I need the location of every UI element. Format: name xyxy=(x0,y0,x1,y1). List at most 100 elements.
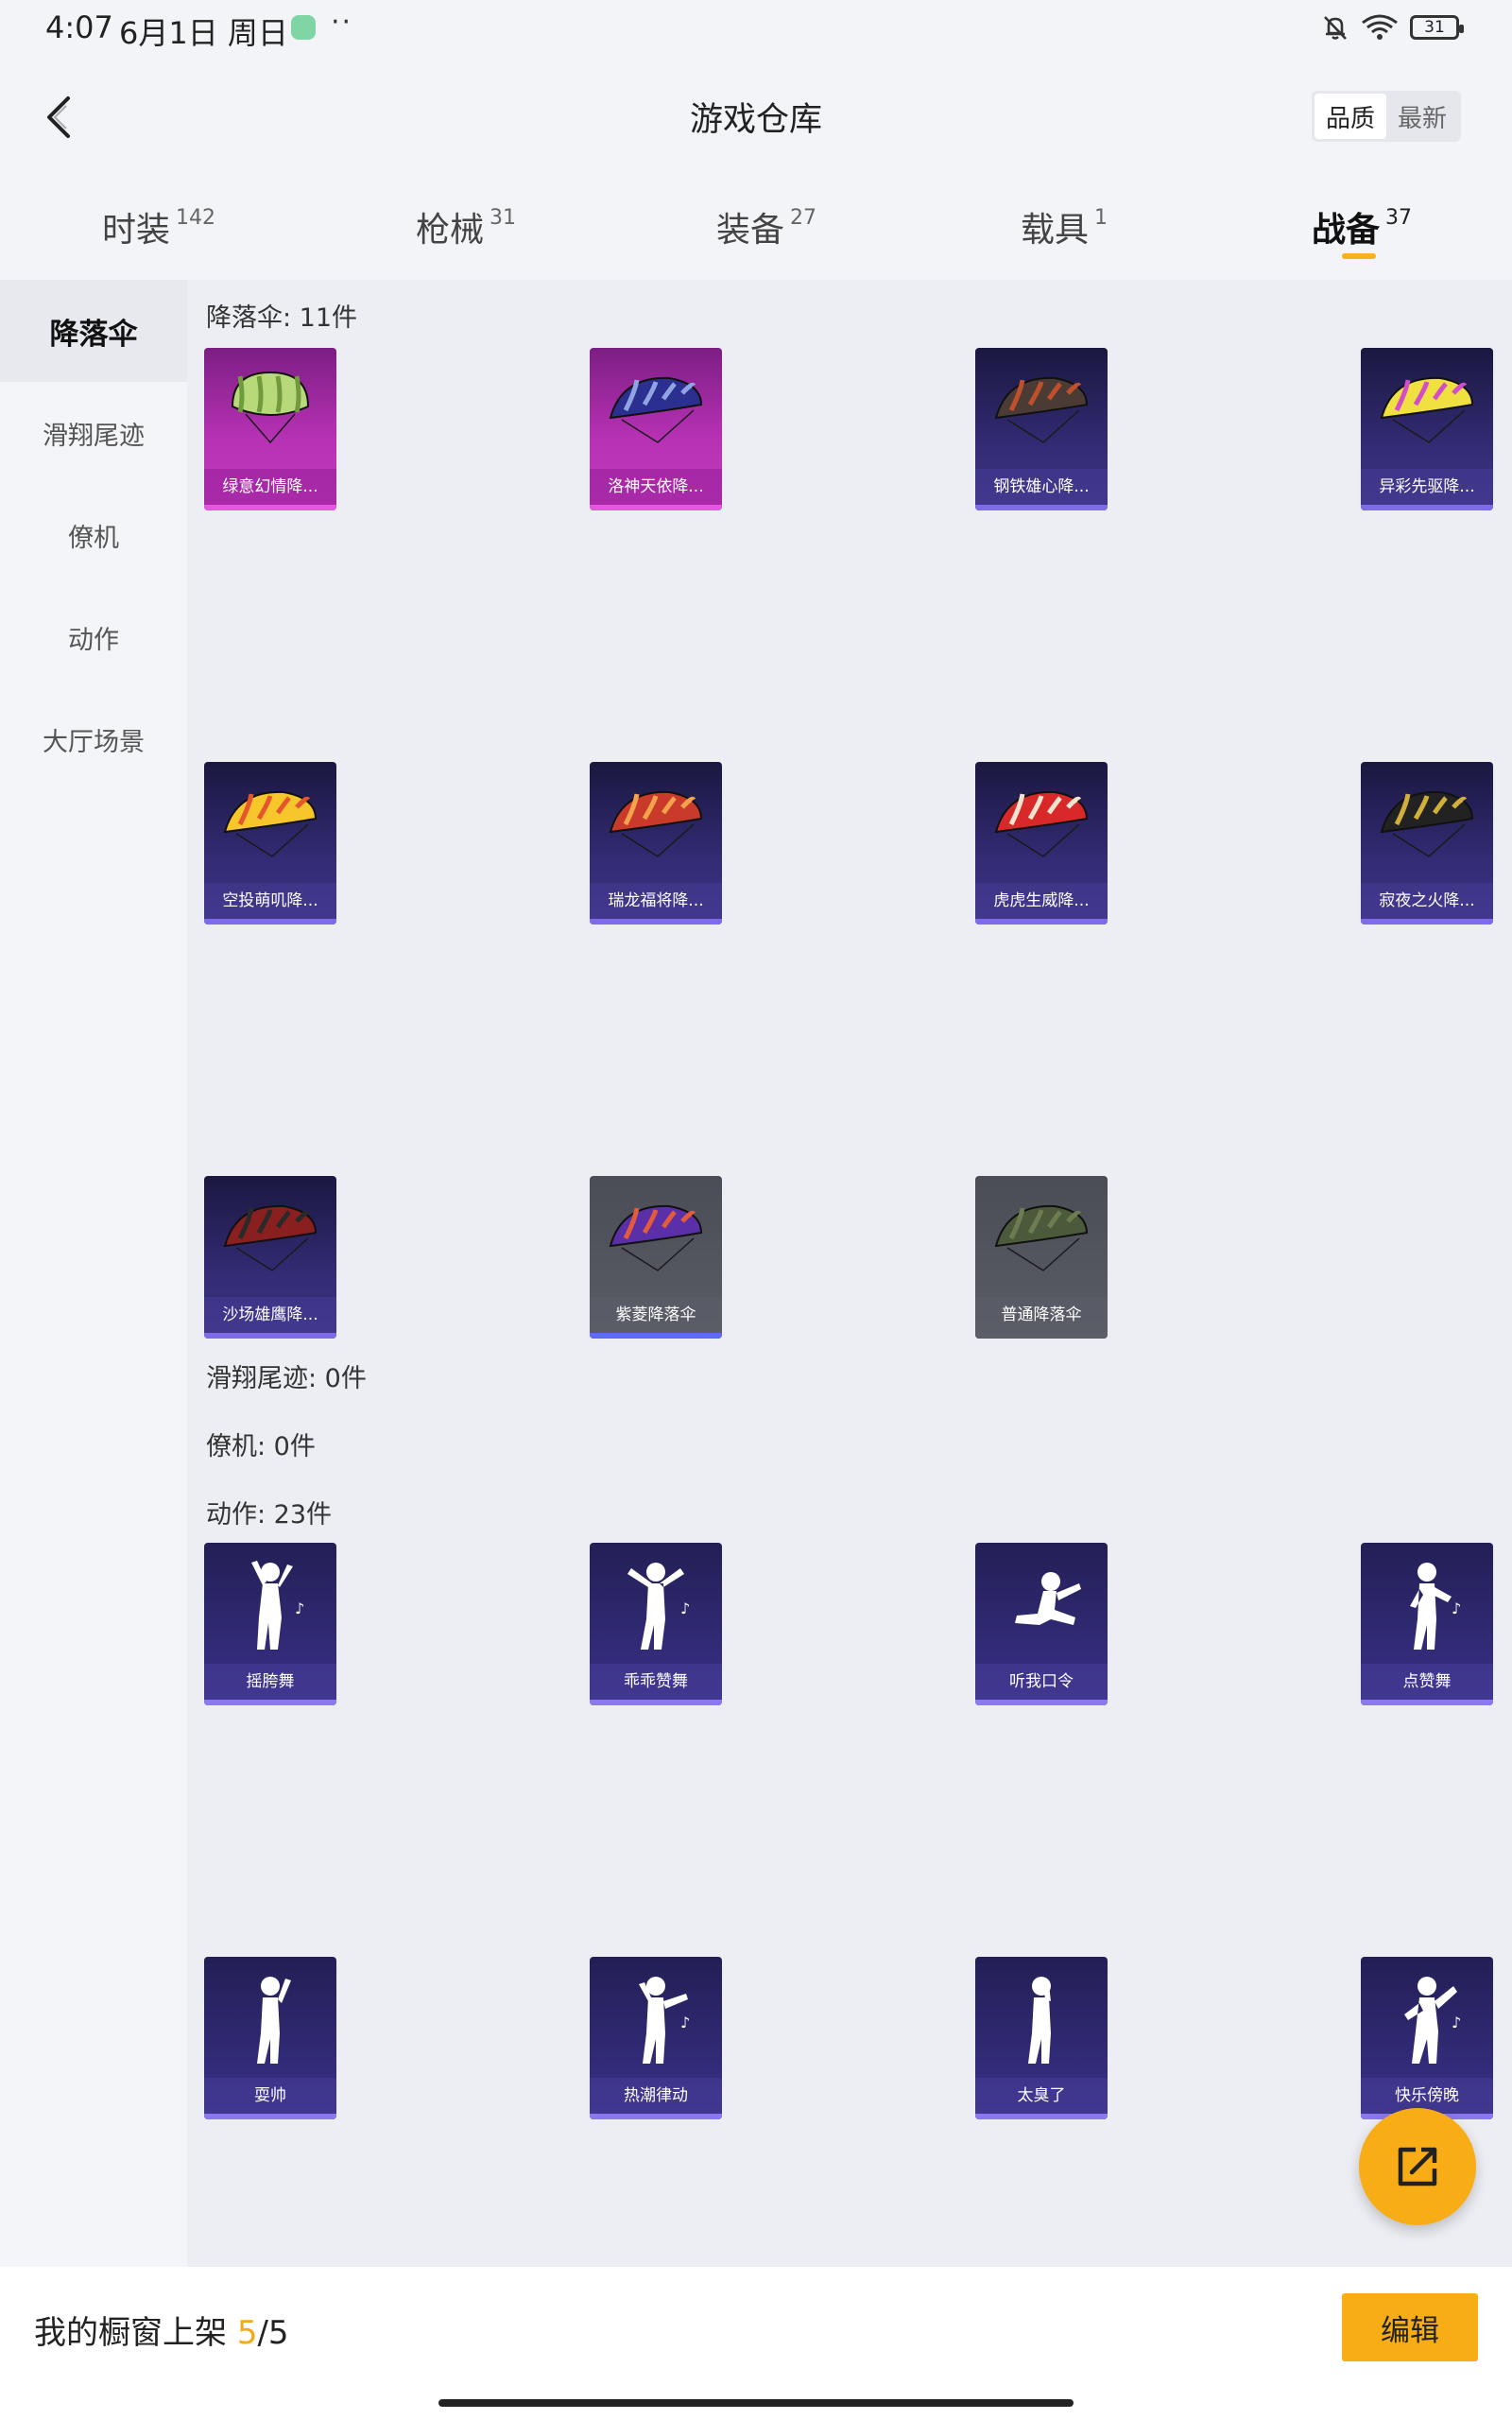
home-indicator[interactable] xyxy=(438,2399,1074,2407)
parachute-item-card[interactable]: 紫菱降落伞 xyxy=(590,1176,722,1339)
tab-count: 27 xyxy=(790,206,817,230)
sort-quality-button[interactable]: 品质 xyxy=(1314,94,1386,139)
emote-item-art xyxy=(975,1543,1108,1664)
status-icons: 31 xyxy=(1321,13,1464,42)
section-heading-wingman: 僚机: 0件 xyxy=(206,1432,316,1461)
item-name: 乖乖赞舞 xyxy=(590,1664,722,1700)
parachute-item-card[interactable]: 普通降落伞 xyxy=(975,1176,1108,1339)
rarity-bar xyxy=(204,505,336,510)
parachute-item-art xyxy=(975,762,1108,883)
emote-item-art: ♪ xyxy=(204,1543,336,1664)
parachute-item-card[interactable]: 沙场雄鹰降... xyxy=(204,1176,336,1339)
parachute-item-art xyxy=(590,1176,722,1297)
emote-item-card[interactable]: 太臭了 xyxy=(975,1957,1108,2119)
item-name: 太臭了 xyxy=(975,2078,1108,2114)
parachute-icon xyxy=(223,1204,318,1271)
tab-fashion[interactable]: 时装 142 xyxy=(102,187,215,280)
parachute-item-card[interactable]: 绿意幻情降... xyxy=(204,348,336,510)
rarity-bar xyxy=(975,919,1108,925)
emote-item-card[interactable]: ♪ 点赞舞 xyxy=(1361,1543,1493,1705)
emote-item-card[interactable]: ♪ 乖乖赞舞 xyxy=(590,1543,722,1705)
item-name: 虎虎生威降... xyxy=(975,883,1108,919)
dance-pose-icon: ♪ xyxy=(627,1563,690,1650)
parachute-item-card[interactable]: 异彩先驱降... xyxy=(1361,348,1493,510)
svg-text:♪: ♪ xyxy=(1452,2014,1461,2031)
item-name: 异彩先驱降... xyxy=(1361,469,1493,505)
dance-pose-icon xyxy=(1028,1977,1051,2064)
parachute-item-card[interactable]: 钢铁雄心降... xyxy=(975,348,1108,510)
parachute-item-card[interactable]: 空投萌叽降... xyxy=(204,762,336,925)
active-tab-indicator xyxy=(1342,253,1376,259)
parachute-item-card[interactable]: 虎虎生威降... xyxy=(975,762,1108,925)
showcase-count-total: /5 xyxy=(257,2314,289,2352)
rarity-bar xyxy=(590,1700,722,1705)
tab-vehicles[interactable]: 载具 1 xyxy=(1021,187,1108,280)
parachute-icon xyxy=(609,790,703,857)
dance-pose-icon xyxy=(257,1977,291,2064)
parachute-item-card[interactable]: 瑞龙福将降... xyxy=(590,762,722,925)
rarity-bar xyxy=(204,1333,336,1339)
svg-text:♪: ♪ xyxy=(680,1599,690,1617)
sidebar-item-parachute[interactable]: 降落伞 xyxy=(0,280,187,382)
rarity-bar xyxy=(204,2114,336,2119)
svg-text:♪: ♪ xyxy=(1452,1599,1461,1617)
parachute-item-card[interactable]: 洛神天依降... xyxy=(590,348,722,510)
tab-label: 装备 xyxy=(716,211,785,250)
item-name: 普通降落伞 xyxy=(975,1297,1108,1333)
item-name: 绿意幻情降... xyxy=(204,469,336,505)
tab-battle-gear[interactable]: 战备 37 xyxy=(1312,187,1412,280)
parachute-item-art xyxy=(1361,348,1493,469)
tab-equipment[interactable]: 装备 27 xyxy=(716,187,816,280)
rarity-bar xyxy=(1361,919,1493,925)
edit-button[interactable]: 编辑 xyxy=(1342,2293,1478,2361)
rarity-bar xyxy=(975,2114,1108,2119)
section-heading-emote: 动作: 23件 xyxy=(206,1500,333,1530)
parachute-icon xyxy=(231,371,310,444)
emote-item-art: ♪ xyxy=(590,1543,722,1664)
app-notification-icon xyxy=(291,15,316,40)
emote-item-card[interactable]: ♪ 摇胯舞 xyxy=(204,1543,336,1705)
tab-count: 37 xyxy=(1385,206,1413,230)
item-name: 耍帅 xyxy=(204,2078,336,2114)
rarity-bar xyxy=(975,1333,1108,1339)
sort-toggle: 品质 最新 xyxy=(1312,91,1461,142)
parachute-icon xyxy=(1380,376,1474,443)
parachute-item-card[interactable]: 寂夜之火降... xyxy=(1361,762,1493,925)
emote-item-card[interactable]: ♪ 快乐傍晚 xyxy=(1361,1957,1493,2119)
sidebar: 降落伞 滑翔尾迹 僚机 动作 大厅场景 xyxy=(0,280,187,2267)
item-name: 摇胯舞 xyxy=(204,1664,336,1700)
svg-text:♪: ♪ xyxy=(680,2014,690,2031)
sidebar-item-lobby-scene[interactable]: 大厅场景 xyxy=(0,688,187,790)
tab-weapons[interactable]: 枪械 31 xyxy=(416,187,516,280)
emote-item-art xyxy=(204,1957,336,2078)
sort-latest-button[interactable]: 最新 xyxy=(1386,94,1458,139)
parachute-item-art xyxy=(590,348,722,469)
emote-item-art xyxy=(975,1957,1108,2078)
tab-label: 战备 xyxy=(1312,211,1381,250)
parachute-item-art xyxy=(204,1176,336,1297)
parachute-icon xyxy=(1380,790,1474,857)
showcase-count-current: 5 xyxy=(236,2314,258,2352)
parachute-icon xyxy=(609,1204,703,1271)
item-name: 洛神天依降... xyxy=(590,469,722,505)
emote-item-card[interactable]: 听我口令 xyxy=(975,1543,1108,1705)
share-button[interactable] xyxy=(1359,2108,1476,2225)
rarity-bar xyxy=(975,1700,1108,1705)
sidebar-item-emote[interactable]: 动作 xyxy=(0,586,187,688)
svg-text:♪: ♪ xyxy=(295,1599,304,1617)
emote-item-card[interactable]: ♪ 热潮律动 xyxy=(590,1957,722,2119)
tab-label: 时装 xyxy=(102,211,171,250)
rarity-bar xyxy=(590,1333,722,1339)
more-notifications-icon: ·· xyxy=(331,6,353,39)
tab-count: 31 xyxy=(490,206,517,230)
item-name: 寂夜之火降... xyxy=(1361,883,1493,919)
rarity-bar xyxy=(204,919,336,925)
sidebar-item-glide-trail[interactable]: 滑翔尾迹 xyxy=(0,382,187,484)
sidebar-item-wingman[interactable]: 僚机 xyxy=(0,484,187,586)
rarity-bar xyxy=(204,1700,336,1705)
emote-item-card[interactable]: 耍帅 xyxy=(204,1957,336,2119)
share-external-icon xyxy=(1398,2147,1437,2187)
mute-bell-icon xyxy=(1324,16,1347,40)
page-title: 游戏仓库 xyxy=(689,101,822,139)
battery-icon: 31 xyxy=(1410,15,1464,40)
